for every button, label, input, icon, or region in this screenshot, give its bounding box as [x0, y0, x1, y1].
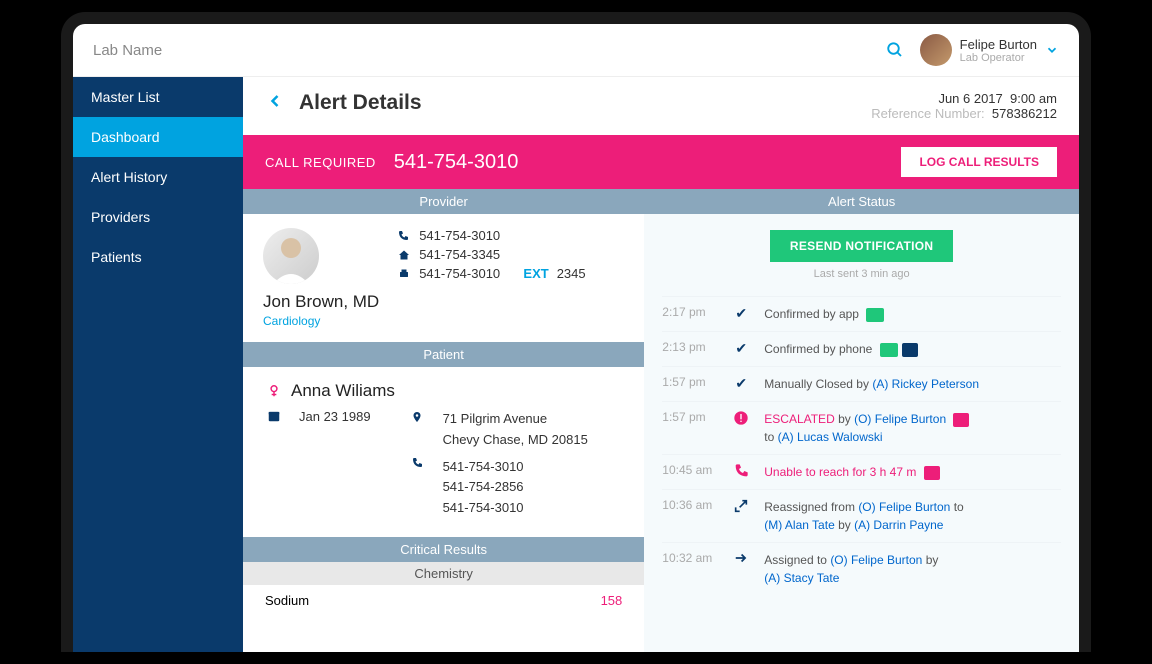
calendar-icon: [267, 409, 281, 424]
timeline-row: 2:13 pm✔Confirmed by phone: [662, 331, 1061, 366]
lab-name: Lab Name: [93, 42, 162, 59]
ref-label: Reference Number:: [871, 106, 984, 121]
sidebar-item-patients[interactable]: Patients: [73, 237, 243, 277]
timeline-row: 2:17 pm✔Confirmed by app: [662, 296, 1061, 331]
call-required-bar: CALL REQUIRED 541-754-3010 LOG CALL RESU…: [243, 135, 1079, 189]
patient-address1: 71 Pilgrim Avenue: [443, 409, 588, 430]
timeline-time: 1:57 pm: [662, 410, 718, 446]
provider-contact: 541-754-3010 EXT 2345: [397, 266, 585, 281]
critical-result-row: Sodium158: [243, 585, 644, 616]
home-icon: [397, 249, 411, 261]
sidebar-item-master-list[interactable]: Master List: [73, 77, 243, 117]
arrow-icon: [733, 551, 749, 587]
phone-icon: [411, 457, 425, 519]
user-name: Felipe Burton: [960, 37, 1037, 52]
patient-section-head: Patient: [243, 342, 644, 367]
patient-phone: 541-754-2856: [443, 477, 524, 498]
page-date: Jun 6 2017: [938, 91, 1002, 106]
provider-card: Jon Brown, MD Cardiology 541-754-3010 541…: [243, 214, 644, 342]
patient-card: Anna Wiliams Jan 23 1989: [243, 367, 644, 537]
patient-name: Anna Wiliams: [291, 381, 395, 401]
pin-icon: [411, 409, 425, 451]
provider-avatar: [263, 228, 319, 284]
sidebar-item-alert-history[interactable]: Alert History: [73, 157, 243, 197]
timeline-time: 2:13 pm: [662, 340, 718, 358]
sidebar: Master ListDashboardAlert HistoryProvide…: [73, 77, 243, 652]
call-required-label: CALL REQUIRED: [265, 155, 376, 170]
comment-icon: [902, 343, 918, 357]
patient-address2: Chevy Chase, MD 20815: [443, 430, 588, 451]
provider-contact: 541-754-3345: [397, 247, 585, 262]
critical-results-head: Critical Results: [243, 537, 644, 562]
page-header: Alert Details Jun 6 2017 9:00 am Referen…: [243, 77, 1079, 135]
check-icon: ✔: [735, 375, 747, 393]
document-badge-icon: [880, 343, 898, 357]
page-title: Alert Details: [299, 91, 422, 115]
user-menu[interactable]: Felipe Burton Lab Operator: [920, 34, 1059, 66]
timeline-row: 10:45 amUnable to reach for 3 h 47 m: [662, 454, 1061, 489]
reassign-icon: [733, 498, 749, 534]
timeline-time: 10:45 am: [662, 463, 718, 481]
provider-contact: 541-754-3010: [397, 228, 585, 243]
ref-number: 578386212: [992, 106, 1057, 121]
last-sent-text: Last sent 3 min ago: [660, 268, 1063, 280]
back-icon[interactable]: [265, 91, 285, 111]
chemistry-head: Chemistry: [243, 562, 644, 585]
timeline-row: 10:32 amAssigned to (O) Felipe Burton by…: [662, 542, 1061, 595]
search-icon[interactable]: [886, 41, 904, 59]
alert-icon: [733, 410, 749, 446]
patient-phone: 541-754-3010: [443, 457, 524, 478]
timeline-time: 10:36 am: [662, 498, 718, 534]
avatar: [920, 34, 952, 66]
main: Alert Details Jun 6 2017 9:00 am Referen…: [243, 77, 1079, 652]
document-badge-icon: [866, 308, 884, 322]
chevron-down-icon: [1045, 43, 1059, 57]
phone-icon: [397, 230, 411, 242]
topbar: Lab Name Felipe Burton Lab Operator: [73, 24, 1079, 77]
page-time: 9:00 am: [1010, 91, 1057, 106]
timeline-row: 1:57 pmESCALATED by (O) Felipe Burton to…: [662, 401, 1061, 454]
patient-phone: 541-754-3010: [443, 498, 524, 519]
provider-name: Jon Brown, MD: [263, 292, 379, 312]
provider-specialty: Cardiology: [263, 314, 379, 328]
timeline-row: 1:57 pm✔Manually Closed by (A) Rickey Pe…: [662, 366, 1061, 401]
fax-icon: [397, 268, 411, 280]
check-icon: ✔: [735, 305, 747, 323]
check-icon: ✔: [735, 340, 747, 358]
timeline-time: 2:17 pm: [662, 305, 718, 323]
log-call-button[interactable]: LOG CALL RESULTS: [901, 147, 1057, 177]
sidebar-item-dashboard[interactable]: Dashboard: [73, 117, 243, 157]
sidebar-item-providers[interactable]: Providers: [73, 197, 243, 237]
resend-notification-button[interactable]: RESEND NOTIFICATION: [770, 230, 953, 262]
alert-status-head: Alert Status: [644, 189, 1079, 214]
female-icon: [267, 382, 281, 400]
patient-dob: Jan 23 1989: [299, 409, 371, 424]
provider-section-head: Provider: [243, 189, 644, 214]
timeline-row: 10:36 amReassigned from (O) Felipe Burto…: [662, 489, 1061, 542]
user-role: Lab Operator: [960, 52, 1037, 64]
timeline-time: 1:57 pm: [662, 375, 718, 393]
call-phone: 541-754-3010: [394, 151, 519, 174]
comment-icon: [953, 413, 969, 427]
comment-icon: [924, 466, 940, 480]
phone-miss-icon: [733, 463, 749, 481]
timeline-time: 10:32 am: [662, 551, 718, 587]
